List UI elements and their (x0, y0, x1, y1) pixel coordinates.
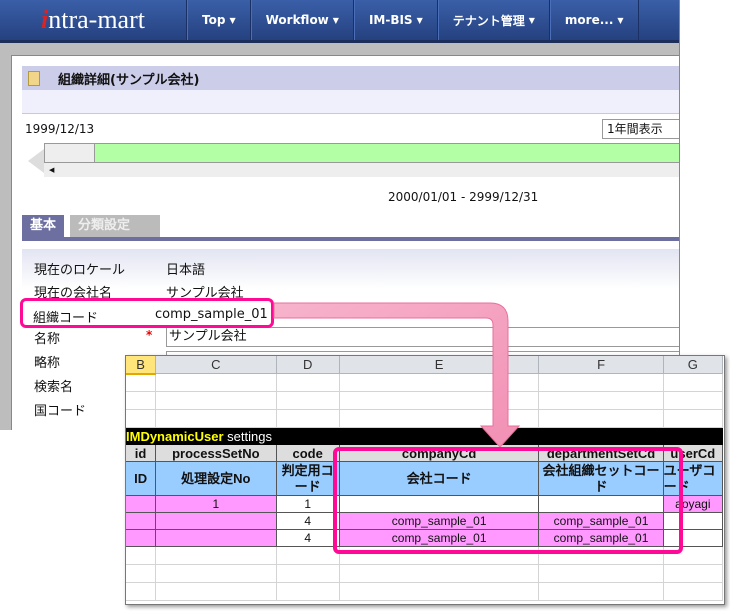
company-code-highlight (333, 447, 683, 554)
arrow-shape (273, 302, 521, 448)
